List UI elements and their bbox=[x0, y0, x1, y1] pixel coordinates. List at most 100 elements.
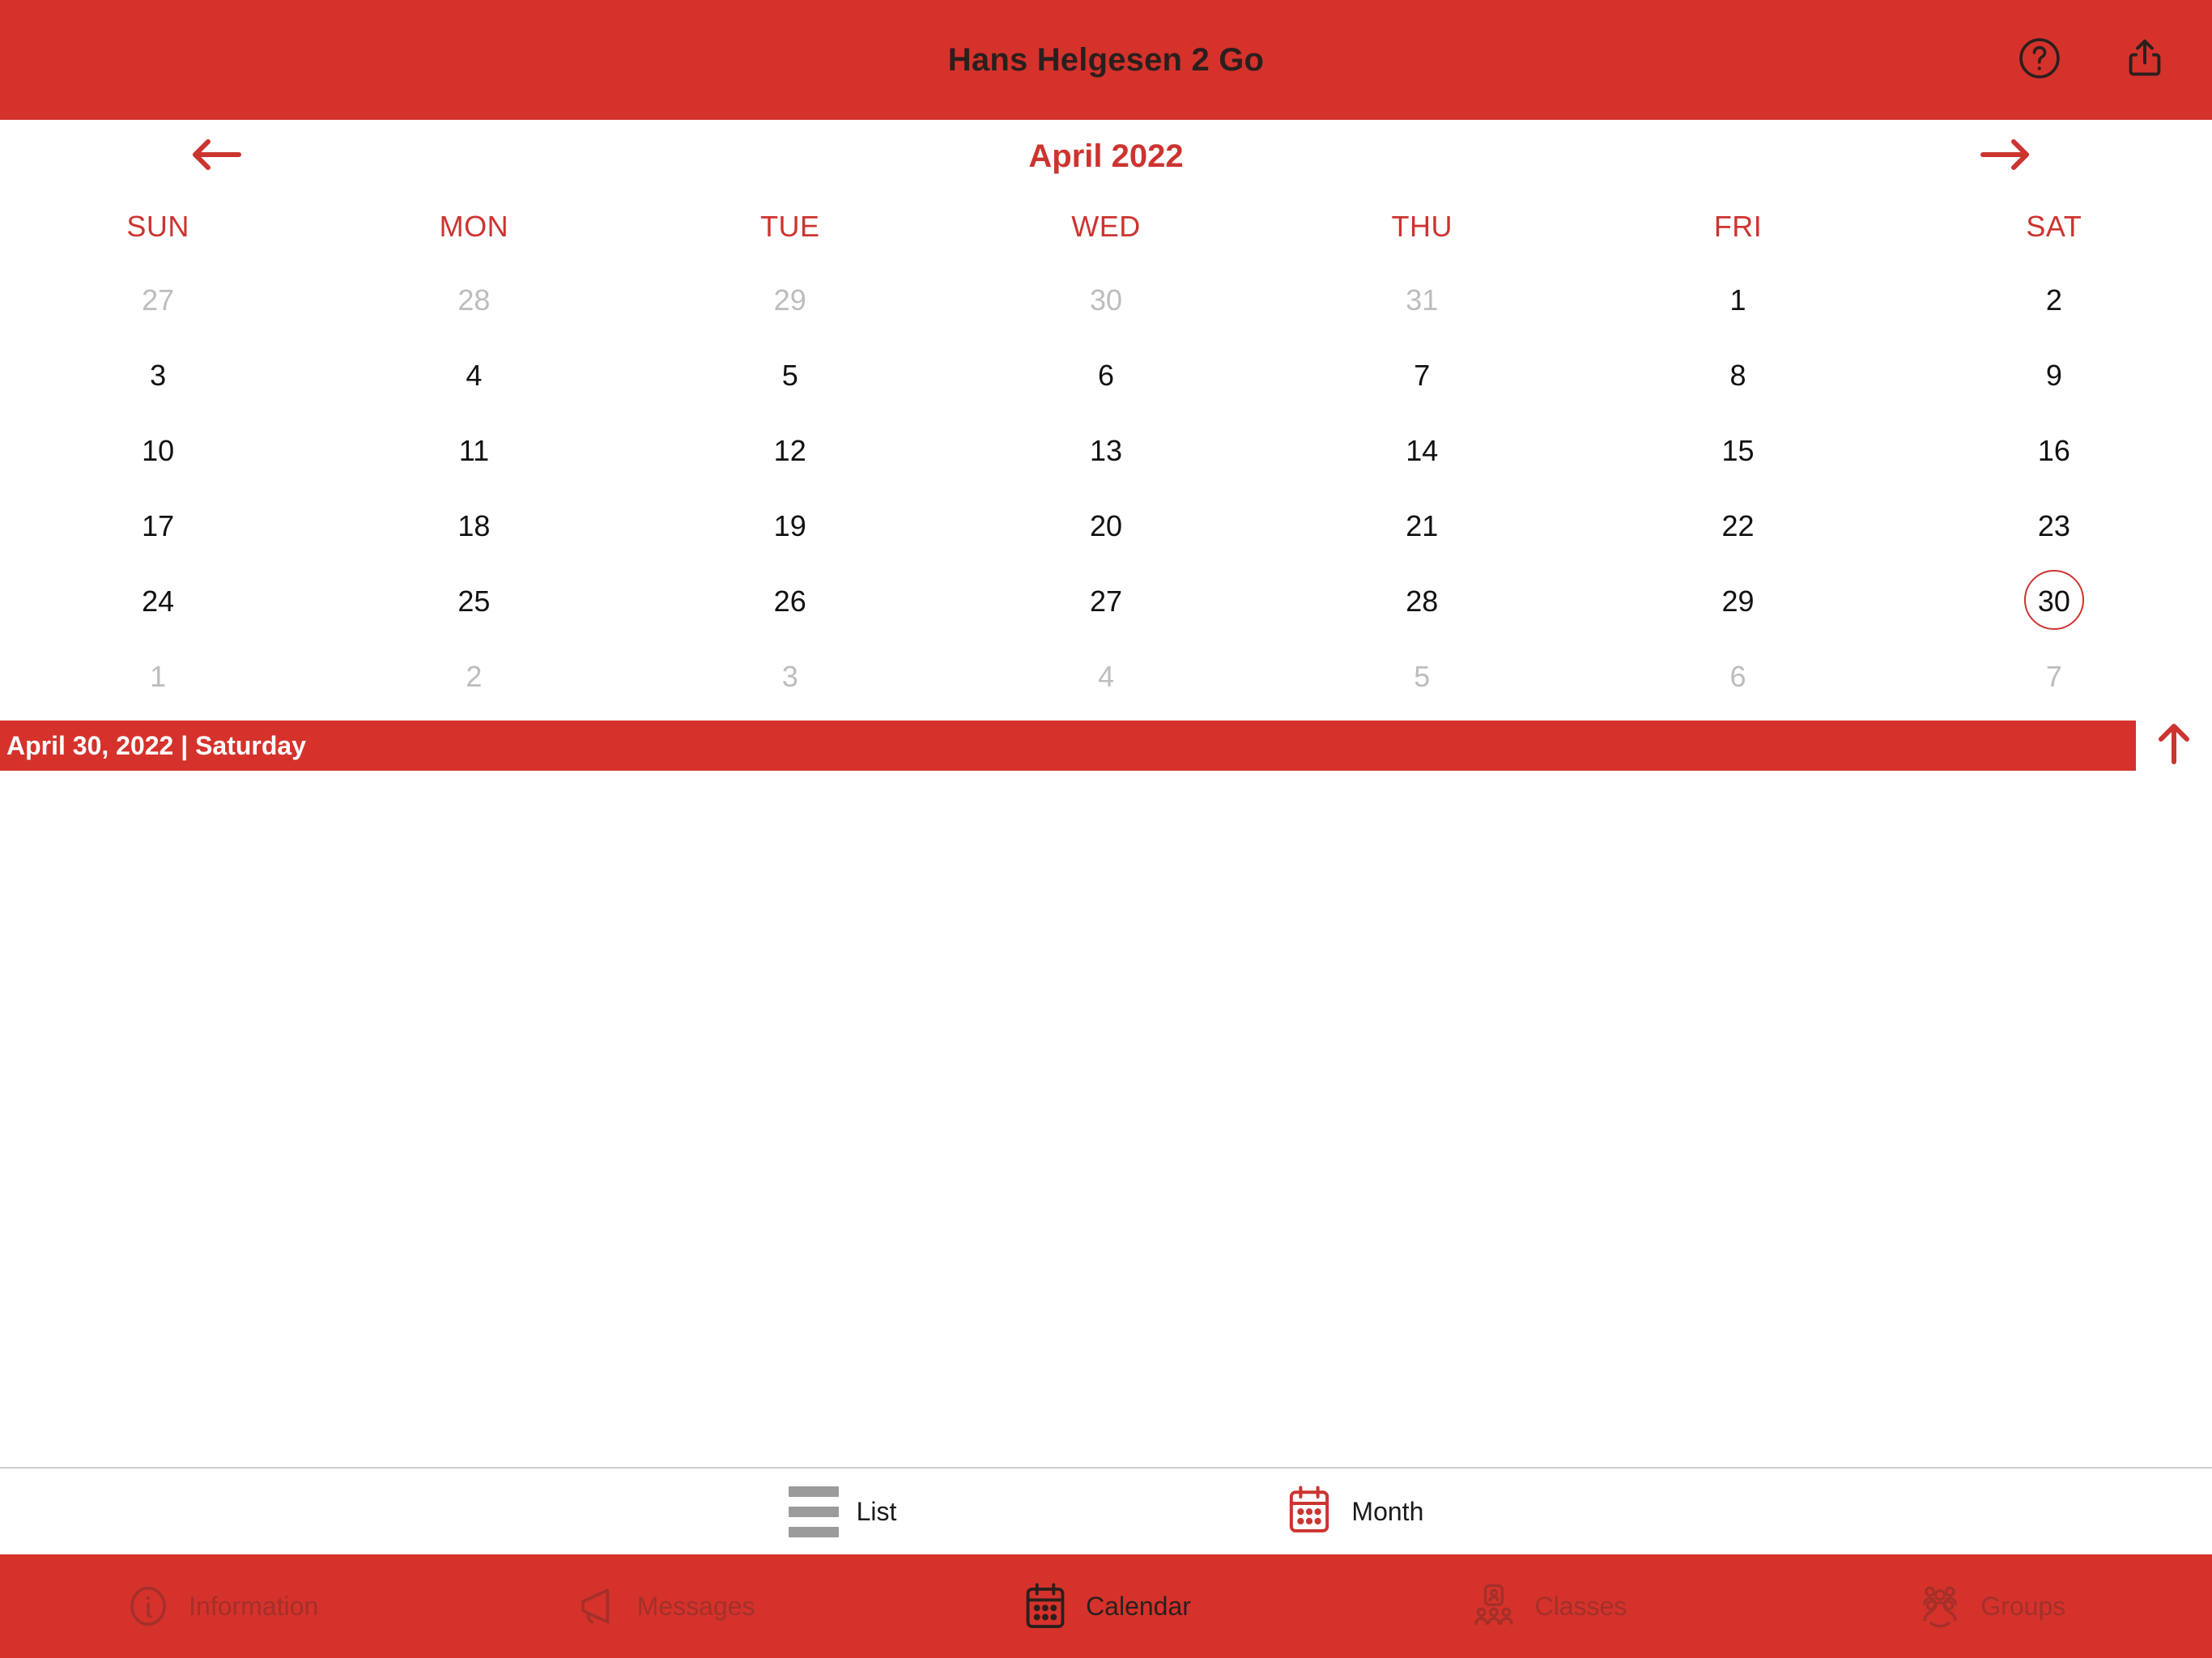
calendar-day-number: 27 bbox=[1089, 584, 1122, 618]
tab-classes-label: Classes bbox=[1534, 1591, 1627, 1621]
calendar-day-number: 3 bbox=[150, 358, 167, 392]
calendar-day-cell[interactable]: 28 bbox=[316, 261, 632, 336]
view-option-list[interactable]: List bbox=[788, 1486, 897, 1537]
next-month-button[interactable] bbox=[1969, 128, 2042, 185]
tab-messages[interactable]: Messages bbox=[442, 1582, 884, 1630]
calendar-day-number: 24 bbox=[142, 584, 175, 618]
calendar-day-cell[interactable]: 7 bbox=[1264, 336, 1580, 411]
view-option-month[interactable]: Month bbox=[1285, 1485, 1423, 1539]
calendar-day-cell[interactable]: 12 bbox=[632, 411, 948, 487]
calendar-day-cell[interactable]: 2 bbox=[1896, 261, 2212, 336]
weekday-label-thu: THU bbox=[1391, 210, 1453, 243]
tab-information[interactable]: Information bbox=[0, 1582, 442, 1630]
calendar-day-cell[interactable]: 5 bbox=[632, 336, 948, 411]
header-actions bbox=[2014, 35, 2170, 85]
calendar-icon bbox=[1285, 1485, 1334, 1539]
calendar-day-cell[interactable]: 1 bbox=[1580, 261, 1895, 336]
calendar-date-grid: 27 28 29 30 31 1 2 3 4 5 6 7 8 9 10 11 12 13 14 15 16 17 18 19 2… bbox=[0, 261, 2212, 712]
calendar-day-cell[interactable]: 4 bbox=[316, 336, 632, 411]
calendar-day-number: 6 bbox=[1097, 358, 1114, 392]
calendar-day-cell[interactable]: 3 bbox=[632, 637, 948, 712]
calendar-day-number: 23 bbox=[2037, 508, 2070, 542]
calendar-day-number: 4 bbox=[1097, 659, 1114, 693]
calendar-day-cell[interactable]: 19 bbox=[632, 487, 948, 562]
list-icon bbox=[788, 1486, 839, 1537]
calendar-day-cell[interactable]: 11 bbox=[316, 411, 632, 487]
calendar-day-cell[interactable]: 17 bbox=[0, 487, 316, 562]
calendar-day-cell[interactable]: 31 bbox=[1264, 261, 1580, 336]
calendar-day-number: 26 bbox=[773, 584, 806, 618]
calendar-day-cell[interactable]: 2 bbox=[316, 637, 632, 712]
calendar-day-cell[interactable]: 27 bbox=[0, 261, 316, 336]
calendar-day-cell[interactable]: 6 bbox=[948, 336, 1264, 411]
calendar-day-number: 3 bbox=[781, 659, 798, 693]
calendar-day-cell[interactable]: 6 bbox=[1580, 637, 1895, 712]
weekday-label-sun: SUN bbox=[126, 210, 189, 243]
calendar-day-cell[interactable]: 3 bbox=[0, 336, 316, 411]
calendar-day-number: 2 bbox=[466, 659, 483, 693]
weekday-header-row: SUN MON TUE WED THU FRI SAT bbox=[0, 193, 2212, 261]
tab-calendar-label: Calendar bbox=[1086, 1591, 1191, 1621]
calendar-day-cell[interactable]: 13 bbox=[948, 411, 1264, 487]
tab-calendar[interactable]: Calendar bbox=[885, 1582, 1327, 1630]
calendar-day-number: 5 bbox=[1414, 659, 1431, 693]
calendar-day-number: 7 bbox=[2045, 659, 2062, 693]
view-option-month-label: Month bbox=[1351, 1496, 1424, 1526]
calendar-day-number: 28 bbox=[457, 283, 491, 317]
calendar-day-cell[interactable]: 28 bbox=[1264, 562, 1580, 637]
month-navigation: April 2022 bbox=[0, 120, 2212, 193]
tab-classes[interactable]: Classes bbox=[1327, 1582, 1769, 1630]
calendar-day-cell[interactable]: 23 bbox=[1896, 487, 2212, 562]
tab-groups[interactable]: Groups bbox=[1770, 1582, 2212, 1630]
calendar-day-cell[interactable]: 22 bbox=[1580, 487, 1895, 562]
calendar-day-number: 16 bbox=[2037, 433, 2070, 467]
view-option-list-label: List bbox=[856, 1496, 897, 1526]
share-icon bbox=[2121, 35, 2168, 86]
calendar-day-cell[interactable]: 25 bbox=[316, 562, 632, 637]
info-circle-icon bbox=[124, 1582, 172, 1630]
calendar-day-cell[interactable]: 7 bbox=[1896, 637, 2212, 712]
megaphone-icon bbox=[572, 1582, 621, 1630]
calendar-day-cell[interactable]: 30 bbox=[948, 261, 1264, 336]
calendar-day-cell[interactable]: 29 bbox=[632, 261, 948, 336]
calendar-day-number: 5 bbox=[781, 358, 798, 392]
calendar-day-cell[interactable]: 4 bbox=[948, 637, 1264, 712]
calendar-day-cell[interactable]: 1 bbox=[0, 637, 316, 712]
calendar-day-cell[interactable]: 30 bbox=[1896, 562, 2212, 637]
calendar-day-number: 11 bbox=[458, 433, 490, 467]
calendar-day-cell[interactable]: 20 bbox=[948, 487, 1264, 562]
share-button[interactable] bbox=[2120, 35, 2170, 85]
calendar-day-cell[interactable]: 27 bbox=[948, 562, 1264, 637]
calendar-day-cell[interactable]: 10 bbox=[0, 411, 316, 487]
selected-day-bar: April 30, 2022 | Saturday bbox=[0, 721, 2136, 771]
view-mode-toggle: List Month bbox=[0, 1469, 2212, 1554]
calendar-day-cell[interactable]: 29 bbox=[1580, 562, 1895, 637]
calendar-day-cell[interactable]: 5 bbox=[1264, 637, 1580, 712]
weekday-label-wed: WED bbox=[1071, 210, 1141, 243]
calendar-day-number: 8 bbox=[1729, 358, 1746, 392]
calendar-day-cell[interactable]: 26 bbox=[632, 562, 948, 637]
calendar-day-cell[interactable]: 24 bbox=[0, 562, 316, 637]
calendar-day-number: 18 bbox=[457, 508, 491, 542]
calendar-day-cell[interactable]: 15 bbox=[1580, 411, 1895, 487]
help-button[interactable] bbox=[2014, 35, 2065, 85]
calendar-day-number: 27 bbox=[142, 283, 175, 317]
calendar-day-number: 4 bbox=[466, 358, 483, 392]
calendar-day-cell[interactable]: 8 bbox=[1580, 336, 1895, 411]
tab-groups-label: Groups bbox=[1980, 1591, 2066, 1621]
weekday-label-tue: TUE bbox=[759, 210, 820, 243]
calendar-day-cell[interactable]: 21 bbox=[1264, 487, 1580, 562]
calendar-day-cell[interactable]: 14 bbox=[1264, 411, 1580, 487]
calendar-day-cell[interactable]: 16 bbox=[1896, 411, 2212, 487]
calendar-day-number: 22 bbox=[1721, 508, 1755, 542]
calendar-day-number: 21 bbox=[1406, 508, 1439, 542]
classes-icon bbox=[1470, 1582, 1518, 1630]
weekday-label-fri: FRI bbox=[1713, 210, 1763, 243]
previous-month-button[interactable] bbox=[180, 128, 253, 185]
calendar-day-cell[interactable]: 9 bbox=[1896, 336, 2212, 411]
calendar-day-cell[interactable]: 18 bbox=[316, 487, 632, 562]
weekday-label-mon: MON bbox=[439, 210, 509, 243]
calendar-day-number: 30 bbox=[2023, 569, 2084, 630]
collapse-events-button[interactable] bbox=[2136, 721, 2212, 771]
month-year-label: April 2022 bbox=[1028, 138, 1184, 174]
